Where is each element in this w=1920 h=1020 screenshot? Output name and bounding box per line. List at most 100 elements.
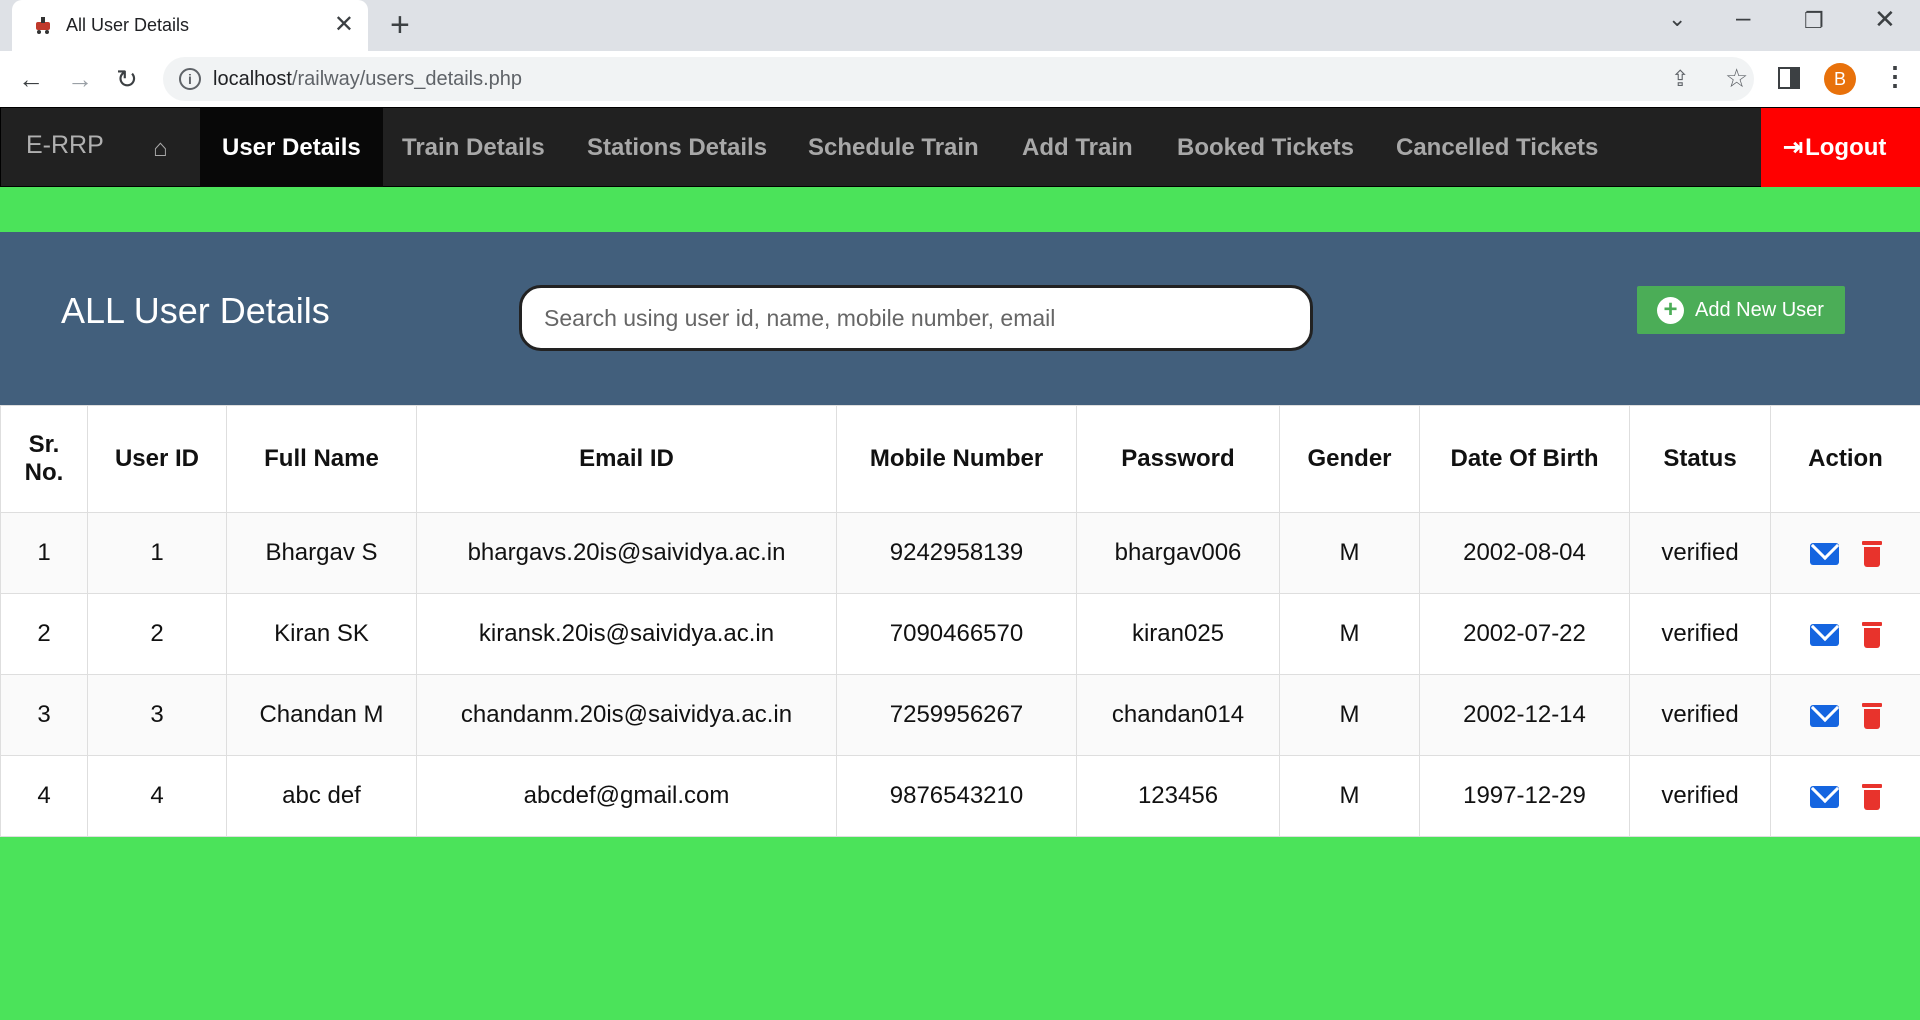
nav-train-details[interactable]: Train Details (380, 108, 567, 187)
password-cell: chandan014 (1076, 674, 1280, 756)
gender-cell: M (1279, 512, 1420, 594)
tab-search-chevron-icon[interactable]: ⌄ (1668, 6, 1686, 32)
bookmark-star-icon[interactable]: ☆ (1725, 63, 1748, 94)
mail-icon[interactable] (1810, 623, 1839, 646)
email-cell: chandanm.20is@saividya.ac.in (416, 674, 837, 756)
logout-label: Logout (1805, 134, 1887, 161)
window-restore-icon[interactable]: ❐ (1804, 8, 1824, 34)
full-name-cell: abc def (226, 755, 417, 837)
tab-close-icon[interactable]: ✕ (334, 11, 354, 39)
browser-toolbar: ← → ↻ i localhost/railway/users_details.… (0, 51, 1920, 107)
column-header: User ID (87, 405, 227, 513)
nav-schedule-train[interactable]: Schedule Train (786, 108, 1001, 187)
status-cell: verified (1629, 593, 1771, 675)
column-header: Gender (1279, 405, 1420, 513)
browser-tab[interactable]: All User Details ✕ (12, 0, 368, 51)
mail-icon[interactable] (1810, 785, 1839, 808)
trash-icon[interactable] (1862, 621, 1882, 648)
mail-icon[interactable] (1810, 704, 1839, 727)
mobile-cell: 9876543210 (836, 755, 1077, 837)
column-header: Status (1629, 405, 1771, 513)
browser-menu-icon[interactable]: ⋮ (1882, 61, 1908, 91)
nav-cancelled-tickets[interactable]: Cancelled Tickets (1374, 108, 1620, 187)
table-header-row: Sr. No. User ID Full Name Email ID Mobil… (0, 405, 1920, 513)
status-cell: verified (1629, 512, 1771, 594)
email-cell: abcdef@gmail.com (416, 755, 837, 837)
mail-icon[interactable] (1810, 542, 1839, 565)
url-host: localhost (213, 68, 292, 90)
page-title: ALL User Details (61, 290, 330, 331)
add-new-user-label: Add New User (1695, 299, 1824, 321)
gender-cell: M (1279, 755, 1420, 837)
password-cell: bhargav006 (1076, 512, 1280, 594)
nav-add-train[interactable]: Add Train (1000, 108, 1155, 187)
email-cell: kiransk.20is@saividya.ac.in (416, 593, 837, 675)
forward-arrow-icon[interactable]: → (67, 64, 93, 94)
column-header: Action (1770, 405, 1920, 513)
home-icon[interactable]: ⌂ (153, 135, 168, 163)
password-cell: 123456 (1076, 755, 1280, 837)
full-name-cell: Chandan M (226, 674, 417, 756)
status-cell: verified (1629, 755, 1771, 837)
gender-cell: M (1279, 593, 1420, 675)
window-close-icon[interactable]: ✕ (1874, 4, 1896, 35)
table-row: 1 1 Bhargav S bhargavs.20is@saividya.ac.… (0, 512, 1920, 594)
search-input[interactable] (519, 285, 1313, 351)
dob-cell: 1997-12-29 (1419, 755, 1630, 837)
logout-button[interactable]: ⇥Logout (1761, 108, 1920, 187)
railway-favicon-icon (36, 17, 50, 34)
user-id-cell: 4 (87, 755, 227, 837)
user-id-cell: 2 (87, 593, 227, 675)
mobile-cell: 7259956267 (836, 674, 1077, 756)
column-header: Sr. No. (0, 405, 88, 513)
action-cell (1770, 674, 1920, 756)
trash-icon[interactable] (1862, 783, 1882, 810)
trash-icon[interactable] (1862, 540, 1882, 567)
table-row: 2 2 Kiran SK kiransk.20is@saividya.ac.in… (0, 593, 1920, 675)
main-navbar: E-RRP ⌂ User Details Train Details Stati… (0, 107, 1920, 187)
action-cell (1770, 755, 1920, 837)
dob-cell: 2002-12-14 (1419, 674, 1630, 756)
password-cell: kiran025 (1076, 593, 1280, 675)
url-text[interactable]: localhost/railway/users_details.php (213, 68, 522, 91)
mobile-cell: 7090466570 (836, 593, 1077, 675)
reload-icon[interactable]: ↻ (116, 64, 138, 94)
site-info-icon[interactable]: i (179, 68, 201, 90)
column-header: Password (1076, 405, 1280, 513)
user-id-cell: 3 (87, 674, 227, 756)
table-row: 3 3 Chandan M chandanm.20is@saividya.ac.… (0, 674, 1920, 756)
dob-cell: 2002-07-22 (1419, 593, 1630, 675)
new-tab-icon[interactable]: + (390, 8, 410, 42)
window-minimize-icon[interactable]: – (1736, 2, 1750, 33)
sr-no-cell: 2 (0, 593, 88, 675)
dob-cell: 2002-08-04 (1419, 512, 1630, 594)
action-cell (1770, 512, 1920, 594)
add-new-user-button[interactable]: + Add New User (1637, 286, 1845, 334)
nav-stations-details[interactable]: Stations Details (565, 108, 789, 187)
profile-avatar[interactable]: B (1824, 63, 1856, 95)
column-header: Date Of Birth (1419, 405, 1630, 513)
nav-booked-tickets[interactable]: Booked Tickets (1155, 108, 1376, 187)
user-id-cell: 1 (87, 512, 227, 594)
action-cell (1770, 593, 1920, 675)
add-circle-icon: + (1657, 297, 1684, 324)
users-table: Sr. No. User ID Full Name Email ID Mobil… (0, 405, 1920, 837)
share-icon[interactable]: ⇪ (1671, 66, 1689, 92)
status-cell: verified (1629, 674, 1771, 756)
tab-title: All User Details (66, 15, 190, 35)
column-header: Email ID (416, 405, 837, 513)
trash-icon[interactable] (1862, 702, 1882, 729)
users-table-container: Sr. No. User ID Full Name Email ID Mobil… (0, 405, 1920, 837)
table-row: 4 4 abc def abcdef@gmail.com 9876543210 … (0, 755, 1920, 837)
sr-no-cell: 1 (0, 512, 88, 594)
sr-no-cell: 4 (0, 755, 88, 837)
brand-logo[interactable]: E-RRP (26, 131, 104, 160)
column-header: Mobile Number (836, 405, 1077, 513)
back-arrow-icon[interactable]: ← (18, 64, 44, 94)
column-header: Full Name (226, 405, 417, 513)
nav-user-details[interactable]: User Details (200, 108, 383, 187)
browser-tab-strip: All User Details ✕ + ⌄ – ❐ ✕ (0, 0, 1920, 51)
side-panel-icon[interactable] (1778, 67, 1800, 89)
address-bar[interactable]: i localhost/railway/users_details.php ⇪ … (163, 57, 1754, 101)
url-path: /railway/users_details.php (291, 68, 523, 90)
